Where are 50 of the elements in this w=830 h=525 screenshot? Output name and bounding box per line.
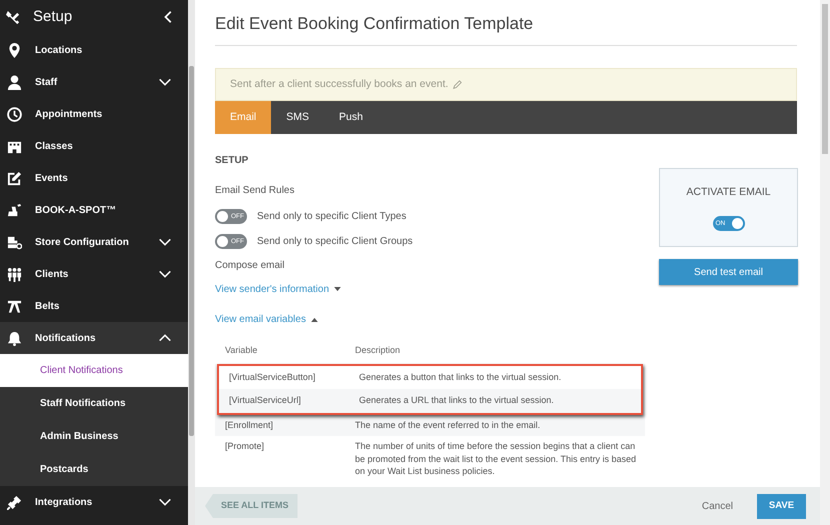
table-cell-text: [Promote] bbox=[224, 440, 266, 454]
bell-icon bbox=[7, 330, 22, 346]
sidebar-item[interactable]: Locations bbox=[0, 34, 188, 66]
tools-icon bbox=[6, 10, 21, 24]
table-cell-text: [VirtualServiceButton] bbox=[228, 370, 316, 384]
table-cell-text: Generates a button that links to the virtual session. bbox=[359, 370, 562, 384]
tab[interactable]: Push bbox=[324, 101, 378, 134]
rule-label: Send only to specific Client Types bbox=[257, 210, 406, 224]
store-icon bbox=[7, 234, 22, 250]
sidebar-item[interactable]: Events bbox=[0, 162, 188, 194]
edit-icon bbox=[7, 170, 22, 186]
table-cell-text: Generates a URL that links to the virtual session. bbox=[359, 394, 555, 408]
sidebar-item[interactable]: Clients bbox=[0, 258, 188, 290]
field-label: Compose email bbox=[215, 259, 286, 274]
sidebar-subitem[interactable]: Admin Business bbox=[0, 420, 188, 453]
table-cell-text: The name of the event referred to in the email. bbox=[355, 418, 542, 432]
sidebar-scrollbar[interactable] bbox=[188, 0, 195, 525]
page-title: Edit Event Booking Confirmation Template bbox=[215, 14, 534, 34]
sidebar-subitem[interactable]: Postcards bbox=[0, 453, 188, 486]
sidebar-item[interactable]: BOOK-A-SPOT™ bbox=[0, 194, 188, 226]
field-label: Email Send Rules bbox=[215, 184, 296, 198]
section-title: SETUP bbox=[215, 154, 250, 168]
plug-icon bbox=[7, 494, 22, 510]
panel-title: ACTIVATE EMAIL bbox=[686, 184, 771, 200]
sidebar-item[interactable]: Integrations bbox=[0, 486, 188, 518]
sidebar-item[interactable]: Store Configuration bbox=[0, 226, 188, 258]
table-cell-text: [Enrollment] bbox=[224, 418, 274, 432]
column-header: Variable bbox=[224, 344, 258, 358]
clock-icon bbox=[7, 106, 22, 122]
cancel-button[interactable]: Cancel bbox=[696, 498, 739, 514]
page-scrollbar[interactable] bbox=[820, 0, 830, 525]
sidebar-item[interactable]: Belts bbox=[0, 290, 188, 322]
sidebar-item[interactable]: Staff bbox=[0, 66, 188, 98]
tab[interactable]: SMS bbox=[271, 101, 324, 134]
person-icon bbox=[7, 74, 22, 90]
people-icon bbox=[7, 266, 22, 282]
table-cell-text: The number of units of time before the session begins that a client can be promoted from the wait list to the event session. This entry is based on your Wait List business policies. bbox=[355, 440, 637, 477]
pencil-icon bbox=[452, 80, 462, 90]
sidebar-item[interactable]: Classes bbox=[0, 130, 188, 162]
table-cell-text: [VirtualServiceUrl] bbox=[228, 394, 302, 408]
info-text: Sent after a client successfully books an event. bbox=[230, 77, 448, 92]
sidebar-item[interactable]: Appointments bbox=[0, 98, 188, 130]
rule-label: Send only to specific Client Groups bbox=[257, 235, 413, 250]
sidebar-title: Setup bbox=[33, 6, 72, 27]
belt-icon bbox=[7, 298, 22, 314]
column-header: Description bbox=[355, 344, 402, 358]
sidebar-item[interactable]: Notifications bbox=[0, 322, 188, 354]
sidebar-subitem[interactable]: Client Notifications bbox=[0, 354, 188, 387]
sidebar-subitem[interactable]: Staff Notifications bbox=[0, 387, 188, 420]
pin-icon bbox=[7, 42, 22, 58]
